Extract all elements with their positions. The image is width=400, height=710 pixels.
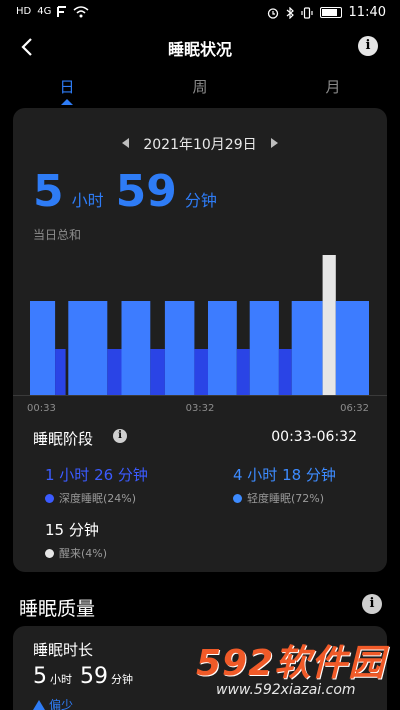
warning-icon bbox=[33, 699, 45, 710]
page-title: 睡眠状况 bbox=[167, 40, 232, 59]
sleep-segment-deep-1 bbox=[55, 349, 66, 395]
tab-week[interactable]: 周 bbox=[170, 76, 230, 97]
sleep-segment-light-13 bbox=[291, 301, 323, 395]
watermark: 592软件园 www.592xiazai.com bbox=[196, 634, 392, 706]
deep-sleep-dot bbox=[45, 493, 54, 503]
sleep-segment-deep-12 bbox=[278, 349, 292, 395]
next-day-icon[interactable] bbox=[271, 138, 279, 148]
stages-time-range: 00:33-06:32 bbox=[271, 429, 357, 445]
sleep-segment-light-0 bbox=[30, 301, 56, 395]
sleep-segment-deep-8 bbox=[194, 349, 208, 395]
sleep-segment-awake-14 bbox=[322, 255, 336, 395]
light-sleep-value: 4 小时 18 分钟 bbox=[233, 466, 336, 484]
total-hours: 5 bbox=[33, 166, 64, 217]
deep-sleep-label: 深度睡眠(24%) bbox=[59, 492, 137, 505]
watermark-logo: 592软件园 bbox=[196, 643, 386, 684]
status-left: HD 4G bbox=[16, 5, 89, 19]
total-sleep: 5 小时 59 分钟 bbox=[33, 166, 229, 217]
light-sleep-label: 轻度睡眠(72%) bbox=[247, 492, 325, 505]
vibrate-icon bbox=[300, 6, 313, 19]
info-icon[interactable]: i bbox=[358, 36, 378, 56]
sleep-stage-chart[interactable]: 00:33 03:32 06:32 bbox=[13, 248, 387, 418]
deep-sleep-stat: 1 小时 26 分钟 深度睡眠(24%) bbox=[45, 464, 148, 506]
watermark-url: www.592xiazai.com bbox=[216, 682, 356, 698]
stages-title: 睡眠阶段 bbox=[33, 430, 94, 448]
sleep-segment-light-9 bbox=[208, 301, 237, 395]
network-icon: HD bbox=[16, 6, 32, 17]
sleep-segment-deep-10 bbox=[236, 349, 250, 395]
total-minutes: 59 bbox=[115, 166, 177, 217]
alarm-icon bbox=[267, 7, 278, 19]
period-tabs: 日 周 月 bbox=[0, 72, 400, 106]
signal-icon: 4G bbox=[37, 6, 52, 17]
stages-info-icon[interactable]: i bbox=[113, 429, 127, 443]
deep-sleep-value: 1 小时 26 分钟 bbox=[45, 466, 148, 484]
status-right: 11:40 bbox=[267, 5, 386, 20]
deep-sleep-legend: 深度睡眠(24%) bbox=[45, 490, 148, 506]
duration-minutes-unit: 分钟 bbox=[111, 673, 133, 686]
x-tick-label: 03:32 bbox=[186, 403, 215, 414]
hours-unit: 小时 bbox=[71, 191, 104, 210]
duration-warning: 偏少 bbox=[33, 696, 73, 710]
awake-value: 15 分钟 bbox=[45, 521, 99, 539]
app-header: 睡眠状况 i bbox=[0, 26, 400, 70]
battery-icon bbox=[319, 7, 342, 18]
awake-legend: 醒来(4%) bbox=[45, 545, 107, 561]
duration-minutes: 59 bbox=[80, 664, 108, 689]
duration-hours: 5 bbox=[33, 664, 47, 689]
duration-value: 5 小时 59 分钟 bbox=[33, 664, 141, 689]
f-icon bbox=[57, 6, 67, 17]
tab-active-indicator bbox=[61, 99, 73, 105]
current-date: 2021年10月29日 bbox=[143, 137, 257, 153]
tab-day[interactable]: 日 bbox=[37, 76, 97, 97]
quality-info-icon[interactable]: i bbox=[362, 594, 382, 614]
light-sleep-stat: 4 小时 18 分钟 轻度睡眠(72%) bbox=[233, 464, 336, 506]
sleep-segment-light-5 bbox=[121, 301, 151, 395]
sleep-segment-light-7 bbox=[164, 301, 195, 395]
sleep-segment-deep-4 bbox=[107, 349, 122, 395]
x-tick-label: 06:32 bbox=[340, 403, 369, 414]
light-sleep-dot bbox=[233, 493, 242, 503]
sleep-summary-card: 2021年10月29日 5 小时 59 分钟 当日总和 00:33 03:32 06:32… bbox=[13, 108, 387, 572]
light-sleep-legend: 轻度睡眠(72%) bbox=[233, 490, 336, 506]
sleep-segment-deep-6 bbox=[150, 349, 165, 395]
status-bar: HD 4G 11:40 bbox=[0, 0, 400, 26]
wifi-icon bbox=[73, 6, 89, 18]
sleep-segment-light-11 bbox=[249, 301, 279, 395]
total-label: 当日总和 bbox=[33, 228, 82, 242]
date-selector: 2021年10月29日 bbox=[13, 134, 387, 154]
duration-label: 睡眠时长 bbox=[33, 641, 94, 659]
bluetooth-icon bbox=[286, 6, 294, 19]
duration-hours-unit: 小时 bbox=[50, 673, 72, 686]
sleep-segment-light-15 bbox=[335, 301, 369, 395]
tab-month[interactable]: 月 bbox=[303, 76, 363, 97]
warning-text: 偏少 bbox=[49, 698, 74, 710]
status-time: 11:40 bbox=[348, 5, 386, 20]
x-tick-label: 00:33 bbox=[27, 403, 56, 414]
prev-day-icon[interactable] bbox=[121, 138, 129, 148]
quality-title: 睡眠质量 bbox=[19, 598, 96, 620]
minutes-unit: 分钟 bbox=[184, 191, 217, 210]
awake-label: 醒来(4%) bbox=[59, 547, 108, 560]
awake-dot bbox=[45, 548, 54, 558]
awake-stat: 15 分钟 醒来(4%) bbox=[45, 519, 107, 561]
sleep-segment-light-3 bbox=[68, 301, 108, 395]
